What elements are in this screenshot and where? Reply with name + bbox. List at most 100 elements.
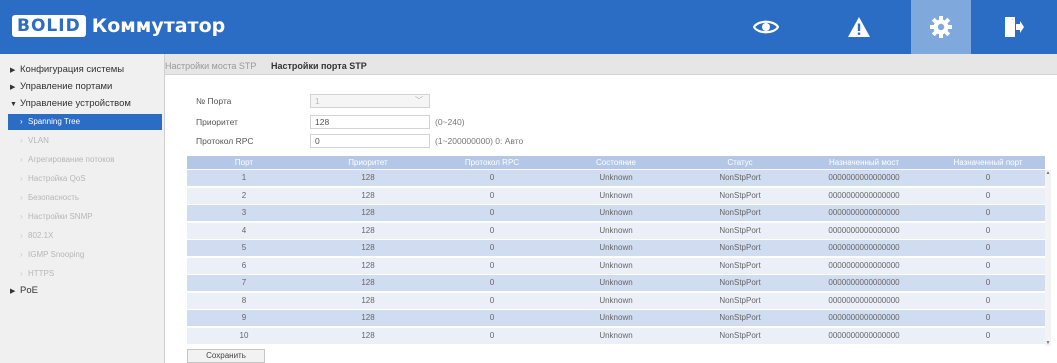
table-cell: 0	[985, 208, 991, 217]
table-cell: 0	[985, 313, 991, 322]
table-cell: Unknown	[599, 330, 633, 340]
eye-icon[interactable]	[736, 0, 796, 54]
table-scrollbar[interactable]: ▲ ▼	[1045, 170, 1051, 346]
table-header: Порт Приоритет Протокол RPC Состояние Статус…	[187, 156, 1045, 169]
scroll-up-icon[interactable]: ▲	[1045, 170, 1051, 176]
table-row[interactable]: 10 128 0 Unknown NonStpPort 0000000000000000 0	[187, 327, 1045, 344]
sidebar-item-snmp[interactable]: › Настройки SNMP	[0, 209, 165, 225]
sidebar-item-poe[interactable]: ▶ PoE	[0, 283, 165, 299]
main-content: Настройки моста STP Настройки порта STP …	[165, 54, 1057, 363]
table-cell: 0	[489, 208, 495, 217]
table-cell: 8	[241, 295, 247, 305]
table-cell: 7	[241, 278, 247, 287]
sidebar-item-label: Безопасность	[28, 193, 80, 202]
chevron-right-icon: ›	[20, 250, 23, 259]
table-cell: 10	[239, 330, 249, 340]
warning-icon[interactable]	[829, 0, 889, 54]
chevron-right-icon: ›	[20, 136, 23, 145]
table-cell: Unknown	[599, 295, 633, 305]
sidebar-item-link-aggregation[interactable]: › Агрегирование потоков	[0, 152, 165, 168]
sidebar-item-system-config[interactable]: ▶ Конфигурация системы	[0, 62, 165, 78]
sidebar-item-label: Управление портами	[20, 81, 113, 92]
table-cell: 128	[361, 260, 375, 270]
table-cell: 1	[241, 173, 247, 182]
sidebar-item-https[interactable]: › HTTPS	[0, 266, 165, 282]
port-number-select[interactable]: 1 ﹀	[310, 94, 430, 108]
table-cell: 128	[361, 278, 375, 287]
table-cell: 5	[241, 243, 247, 252]
table-cell: 0000000000000000	[828, 295, 900, 305]
sidebar-item-label: Конфигурация системы	[20, 64, 125, 75]
table-cell: Unknown	[599, 278, 633, 287]
table-cell: 0	[985, 330, 991, 340]
collapsed-arrow-icon: ▶	[10, 84, 16, 91]
table-cell: 3	[241, 208, 247, 217]
rpc-input[interactable]: 0	[310, 134, 430, 148]
table-cell: 0000000000000000	[828, 173, 900, 182]
table-cell: 0	[489, 313, 495, 322]
table-cell: 128	[361, 243, 375, 252]
gear-icon[interactable]	[911, 0, 971, 54]
sidebar-item-label: IGMP Snooping	[28, 250, 85, 259]
rpc-hint: (1~200000000) 0: Авто	[435, 136, 524, 146]
table-row[interactable]: 1 128 0 Unknown NonStpPort 0000000000000000 0	[187, 170, 1045, 186]
sidebar-item-security[interactable]: › Безопасность	[0, 190, 165, 206]
sidebar-item-8021x[interactable]: › 802.1X	[0, 228, 165, 244]
sidebar-item-spanning-tree[interactable]: › Spanning Tree	[8, 114, 162, 130]
table-cell: 128	[361, 208, 375, 217]
logout-icon[interactable]	[984, 0, 1044, 54]
table-cell: Unknown	[599, 225, 633, 235]
sidebar-item-device-management[interactable]: ▼ Управление устройством	[0, 96, 165, 112]
table-row[interactable]: 2 128 0 Unknown NonStpPort 0000000000000000 0	[187, 187, 1045, 204]
table-cell: Unknown	[599, 313, 633, 322]
priority-input[interactable]: 128	[310, 115, 430, 129]
table-cell: NonStpPort	[719, 295, 761, 305]
table-cell: NonStpPort	[719, 313, 761, 322]
sidebar-item-port-management[interactable]: ▶ Управление портами	[0, 79, 165, 95]
logo-box: BOLID	[12, 15, 86, 37]
tab-stp-bridge-settings[interactable]: Настройки моста STP	[165, 61, 256, 71]
table-cell: 0000000000000000	[828, 190, 900, 200]
table-cell: NonStpPort	[719, 260, 761, 270]
table-row[interactable]: 6 128 0 Unknown NonStpPort 0000000000000000 0	[187, 257, 1045, 274]
table-row[interactable]: 7 128 0 Unknown NonStpPort 0000000000000000 0	[187, 275, 1045, 291]
table-cell: 128	[361, 313, 375, 322]
tab-stp-port-settings[interactable]: Настройки порта STP	[271, 61, 367, 71]
column-header: Порт	[234, 158, 254, 167]
column-header: Приоритет	[348, 158, 388, 167]
table-cell: 0	[985, 243, 991, 252]
table-cell: Unknown	[599, 208, 633, 217]
table-cell: 0000000000000000	[828, 225, 900, 235]
table-cell: NonStpPort	[719, 243, 761, 252]
table-cell: 128	[361, 225, 375, 235]
sidebar-item-igmp-snooping[interactable]: › IGMP Snooping	[0, 247, 165, 263]
table-cell: NonStpPort	[719, 190, 761, 200]
table-cell: 0000000000000000	[828, 243, 900, 252]
scroll-down-icon[interactable]: ▼	[1045, 340, 1051, 346]
table-row[interactable]: 8 128 0 Unknown NonStpPort 0000000000000000 0	[187, 292, 1045, 309]
table-row[interactable]: 9 128 0 Unknown NonStpPort 0000000000000000 0	[187, 310, 1045, 326]
sidebar-item-qos[interactable]: › Настройка QoS	[0, 171, 165, 187]
chevron-right-icon: ›	[20, 269, 23, 278]
chevron-right-icon: ›	[20, 155, 23, 164]
table-row[interactable]: 5 128 0 Unknown NonStpPort 0000000000000000 0	[187, 240, 1045, 256]
table-row[interactable]: 3 128 0 Unknown NonStpPort 0000000000000000 0	[187, 205, 1045, 221]
rpc-label: Протокол RPC	[196, 136, 254, 146]
table-cell: 0	[489, 225, 495, 235]
expanded-arrow-icon: ▼	[10, 101, 17, 108]
table-cell: NonStpPort	[719, 208, 761, 217]
sidebar-item-label: Spanning Tree	[28, 117, 81, 126]
table-cell: 128	[361, 295, 375, 305]
chevron-right-icon: ›	[20, 212, 23, 221]
table-cell: 0	[489, 190, 495, 200]
table-cell: Unknown	[599, 243, 633, 252]
table-cell: 9	[241, 313, 247, 322]
sidebar-item-label: Настройки SNMP	[28, 212, 93, 221]
table-row[interactable]: 4 128 0 Unknown NonStpPort 0000000000000000 0	[187, 222, 1045, 239]
save-button[interactable]: Сохранить	[187, 349, 265, 363]
sidebar-item-vlan[interactable]: › VLAN	[0, 133, 165, 149]
sidebar-item-label: 802.1X	[28, 231, 54, 240]
table-cell: 0	[985, 190, 991, 200]
table-cell: NonStpPort	[719, 173, 761, 182]
chevron-right-icon: ›	[20, 117, 23, 126]
